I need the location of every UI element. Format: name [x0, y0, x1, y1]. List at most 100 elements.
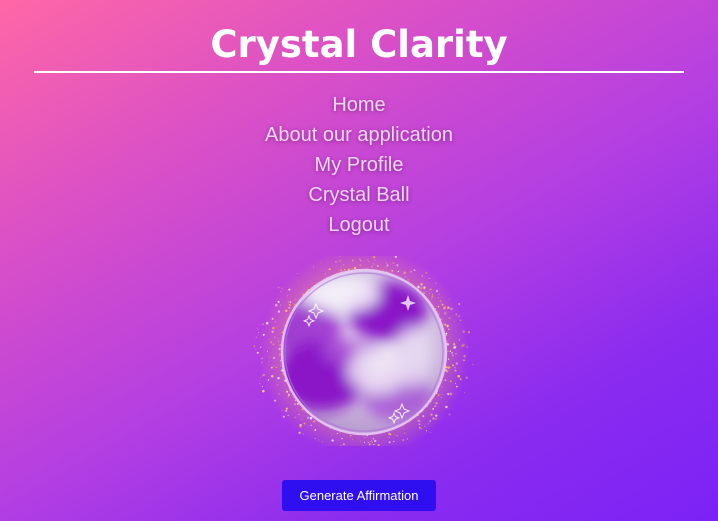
glitter-particle	[331, 439, 334, 442]
glitter-particle	[439, 300, 442, 302]
glitter-particle	[402, 439, 405, 442]
glitter-particle	[397, 270, 400, 273]
glitter-particle	[431, 295, 434, 298]
glitter-particle	[467, 331, 471, 334]
glitter-particle	[307, 416, 310, 419]
glitter-particle	[441, 303, 444, 306]
glitter-particle	[428, 278, 430, 279]
glitter-particle	[455, 352, 457, 355]
glitter-particle	[445, 310, 447, 312]
glitter-particle	[441, 394, 443, 396]
glitter-particle	[407, 279, 410, 281]
glitter-particle	[421, 274, 424, 277]
glitter-particle	[444, 379, 447, 382]
glitter-particle	[328, 268, 331, 271]
glitter-particle	[276, 384, 278, 386]
glitter-particle	[458, 315, 461, 318]
glitter-particle	[384, 266, 386, 269]
glitter-particle	[423, 292, 425, 294]
glitter-particle	[270, 341, 273, 344]
glitter-particle	[266, 350, 269, 352]
glitter-particle	[273, 357, 275, 359]
glitter-particle	[386, 264, 389, 267]
glitter-particle	[275, 326, 277, 328]
glitter-particle	[418, 420, 420, 422]
glitter-particle	[284, 309, 288, 313]
glitter-particle	[294, 403, 296, 405]
glitter-particle	[406, 438, 409, 440]
glitter-particle	[296, 273, 298, 275]
glitter-particle	[461, 344, 464, 347]
glitter-particle	[262, 373, 265, 376]
glitter-particle	[359, 440, 361, 442]
glitter-particle	[272, 358, 274, 360]
glitter-particle	[289, 301, 292, 303]
glitter-particle	[404, 432, 406, 434]
glitter-particle	[262, 389, 265, 393]
glitter-particle	[447, 392, 450, 396]
glitter-particle	[258, 332, 260, 334]
glitter-particle	[302, 433, 304, 435]
glitter-particle	[318, 439, 320, 441]
nav-link-crystal-ball[interactable]: Crystal Ball	[308, 180, 409, 210]
glitter-particle	[360, 259, 362, 262]
glitter-particle	[425, 430, 428, 432]
glitter-particle	[370, 440, 373, 442]
glitter-particle	[423, 288, 426, 290]
glitter-particle	[279, 365, 281, 367]
glitter-particle	[335, 261, 337, 263]
glitter-particle	[279, 304, 282, 307]
glitter-particle	[374, 439, 377, 443]
glitter-particle	[450, 343, 452, 345]
glitter-particle	[429, 431, 431, 433]
glitter-particle	[261, 357, 263, 360]
nav-link-profile[interactable]: My Profile	[315, 150, 404, 180]
glitter-particle	[454, 366, 456, 369]
glitter-particle	[260, 377, 262, 379]
glitter-particle	[280, 291, 282, 293]
glitter-particle	[434, 402, 436, 404]
glitter-particle	[299, 425, 302, 428]
glitter-particle	[298, 413, 300, 416]
glitter-particle	[367, 258, 369, 261]
glitter-particle	[417, 285, 420, 289]
glitter-particle	[459, 319, 462, 322]
glitter-particle	[455, 369, 457, 371]
glitter-particle	[349, 434, 352, 437]
glitter-particle	[278, 393, 280, 395]
glitter-particle	[294, 416, 296, 419]
glitter-particle	[277, 300, 280, 303]
generate-affirmation-button[interactable]: Generate Affirmation	[282, 480, 436, 511]
glitter-particle	[363, 441, 366, 443]
glitter-particle	[340, 269, 343, 272]
nav-link-about[interactable]: About our application	[265, 120, 453, 150]
glitter-particle	[391, 269, 394, 272]
glitter-particle	[377, 265, 379, 267]
glitter-particle	[403, 271, 406, 274]
glitter-particle	[270, 374, 274, 378]
glitter-particle	[274, 320, 276, 323]
glitter-particle	[287, 414, 289, 417]
glitter-particle	[259, 383, 261, 385]
glitter-particle	[454, 321, 456, 323]
glitter-particle	[364, 437, 366, 439]
glitter-particle	[288, 303, 292, 307]
glitter-particle	[274, 399, 277, 402]
nav-link-home[interactable]: Home	[332, 90, 385, 120]
glitter-particle	[458, 302, 461, 306]
glitter-particle	[310, 424, 312, 427]
nav-link-logout[interactable]: Logout	[328, 210, 389, 240]
glitter-particle	[448, 328, 450, 330]
glitter-particle	[341, 437, 343, 440]
glitter-particle	[388, 437, 390, 439]
glitter-particle	[463, 392, 465, 394]
glitter-particle	[277, 376, 280, 380]
glitter-particle	[287, 295, 289, 297]
glitter-particle	[331, 434, 333, 436]
glitter-particle	[438, 293, 441, 296]
glitter-particle	[285, 409, 288, 412]
glitter-particle	[386, 262, 388, 264]
glitter-particle	[472, 363, 474, 365]
glitter-particle	[422, 415, 425, 418]
glitter-particle	[303, 422, 306, 425]
